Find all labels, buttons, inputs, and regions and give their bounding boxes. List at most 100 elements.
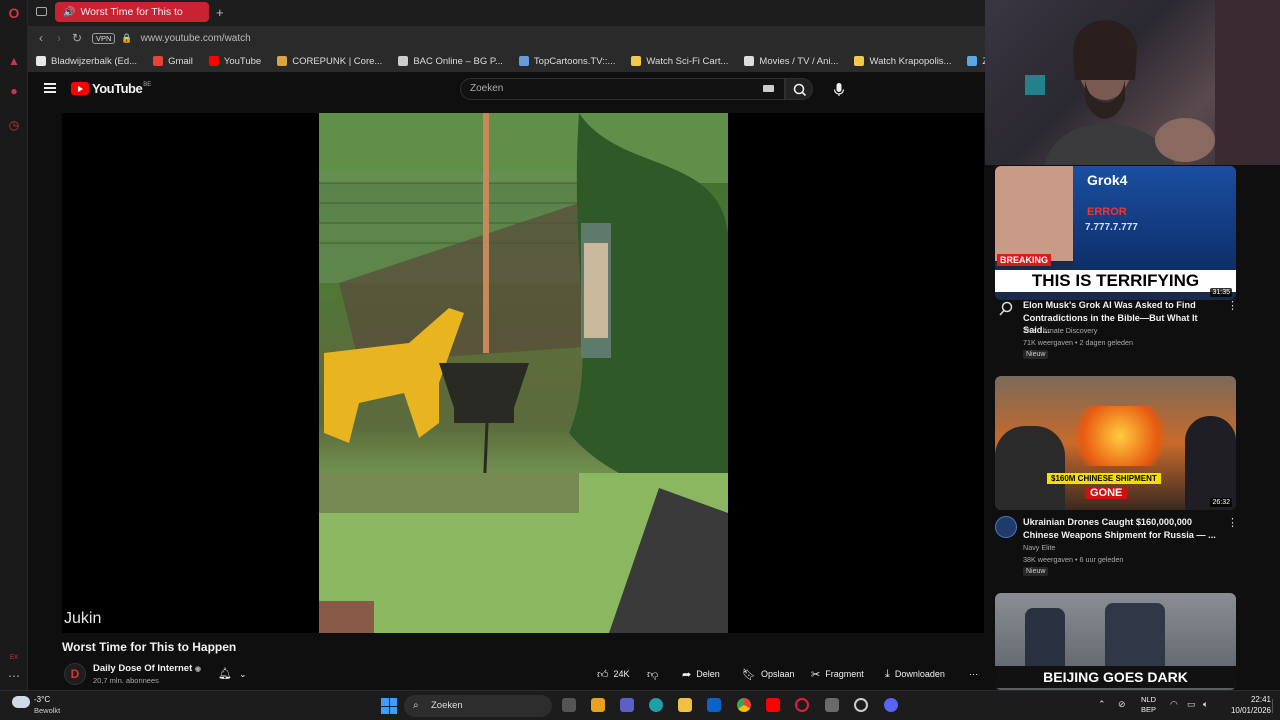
forward-icon[interactable]: ›: [50, 31, 68, 45]
channel-name[interactable]: Daily Dose Of Internet ◉: [93, 663, 201, 674]
like-button[interactable]: 👍︎ 24K: [597, 666, 630, 682]
rec-more-icon[interactable]: ⋮: [1227, 299, 1238, 312]
calculator-icon[interactable]: [825, 698, 839, 712]
verified-icon: ◉: [194, 666, 201, 673]
menu-icon[interactable]: [44, 83, 56, 93]
tray-icon[interactable]: ⊘: [1118, 699, 1126, 710]
rec-channel[interactable]: Navy Elite: [1023, 543, 1055, 552]
aria-icon[interactable]: ▲: [6, 53, 22, 69]
wifi-icon[interactable]: ◠: [1170, 699, 1178, 710]
bookmark-item[interactable]: Bladwijzerbalk (Ed...: [36, 56, 137, 67]
windows-start-icon[interactable]: [381, 698, 397, 714]
chrome-icon[interactable]: [737, 698, 751, 712]
rec-title-line2: Chinese Weapons Shipment for Russia — ..…: [1023, 529, 1216, 540]
volume-icon[interactable]: 🔈︎: [1203, 699, 1208, 710]
bookmark-favicon-icon: [744, 56, 755, 66]
search-icon: [793, 83, 807, 97]
taskbar-search-label: Zoeken: [431, 700, 463, 711]
new-tab-button[interactable]: +: [216, 5, 224, 20]
discord-icon[interactable]: [884, 698, 898, 712]
taskbar-search[interactable]: ⌕ Zoeken: [404, 695, 552, 717]
taskbar: -3°C Bewolkt ⌕ Zoeken ⌃ ⊘ NLD BEP ◠ ▭ 🔈︎…: [0, 690, 1280, 720]
bookmark-item[interactable]: Gmail: [153, 56, 193, 67]
bookmark-item[interactable]: Movies / TV / Ani...: [744, 56, 838, 67]
voice-search-button[interactable]: [828, 79, 850, 101]
channel-avatar[interactable]: D: [64, 663, 86, 685]
webcam-overlay: [985, 0, 1280, 165]
youtube-taskbar-icon[interactable]: [766, 698, 780, 712]
bookmark-item[interactable]: TopCartoons.TV::...: [518, 56, 615, 67]
rec-more-icon[interactable]: ⋮: [1227, 516, 1238, 529]
download-button[interactable]: ⤓ Downloaden: [885, 666, 945, 682]
bookmark-label: BAC Online – BG P...: [413, 55, 503, 67]
opera-logo-icon[interactable]: O: [6, 5, 22, 21]
video-frame[interactable]: [319, 113, 728, 633]
lock-icon[interactable]: 🔒: [121, 33, 132, 44]
more-actions-button[interactable]: ⋯: [969, 666, 978, 682]
url-field[interactable]: www.youtube.com/watch: [141, 33, 251, 44]
clip-button[interactable]: ✂ Fragment: [811, 666, 864, 682]
subscribe-bell-button[interactable]: 🔔︎ ⌄: [218, 667, 248, 681]
chevron-down-icon: ⌄: [239, 669, 247, 679]
tab-active[interactable]: 🔊 Worst Time for This to: [55, 2, 209, 22]
youtube-header: YouTube BE Zoeken: [28, 72, 985, 108]
share-button[interactable]: ➦ Delen: [682, 666, 720, 682]
task-view-icon[interactable]: [562, 698, 576, 712]
youtube-wordmark: YouTube: [92, 81, 143, 96]
thumb-person-left: [995, 426, 1065, 510]
file-explorer-icon[interactable]: [678, 698, 692, 712]
show-desktop-button[interactable]: [1272, 699, 1276, 713]
teams-icon[interactable]: [620, 698, 634, 712]
bookmark-item[interactable]: Zamnesia | Het Be...: [967, 56, 985, 67]
messenger-icon[interactable]: ●: [6, 83, 22, 99]
tab-island-icon[interactable]: [36, 7, 47, 16]
more-icon[interactable]: ⋯: [6, 668, 22, 684]
store-icon[interactable]: [591, 698, 605, 712]
save-label: Opslaan: [760, 669, 795, 679]
channel-avatar[interactable]: [995, 516, 1017, 538]
weather-icon[interactable]: [12, 696, 30, 708]
rec-thumbnail[interactable]: BEIJING GOES DARK: [995, 593, 1236, 690]
search-input[interactable]: Zoeken: [460, 78, 785, 100]
bookmark-favicon-icon: [518, 56, 529, 66]
bookmark-item[interactable]: Watch Sci-Fi Cart...: [631, 56, 728, 67]
bookmark-item[interactable]: BAC Online – BG P...: [398, 56, 503, 67]
rec-thumbnail[interactable]: Grok4 ERROR 7.777.7.777 BREAKING THIS IS…: [995, 166, 1236, 300]
bookmark-item[interactable]: Watch Krapopolis...: [854, 56, 951, 67]
edge-icon[interactable]: [649, 698, 663, 712]
back-icon[interactable]: ‹: [32, 31, 50, 45]
chevron-up-icon[interactable]: ⌃: [1098, 699, 1106, 710]
video-scene: [319, 113, 728, 633]
history-icon[interactable]: ◷: [6, 117, 22, 133]
outlook-icon[interactable]: [707, 698, 721, 712]
thumbs-up-icon: 👍︎: [597, 668, 609, 681]
thumb-tag: BREAKING: [997, 254, 1052, 266]
rec-channel[interactable]: The Ultimate Discovery: [1023, 326, 1097, 335]
search-button[interactable]: [785, 78, 813, 100]
save-button[interactable]: 🔖︎ Opslaan: [742, 666, 795, 682]
dislike-button[interactable]: 👎︎: [647, 666, 663, 682]
reload-icon[interactable]: ↻: [68, 31, 86, 45]
thumb-caption2: GONE: [1085, 487, 1128, 499]
video-duration: 26:32: [1210, 498, 1232, 507]
settings-icon[interactable]: [854, 698, 868, 712]
share-label: Delen: [696, 669, 720, 679]
rec-meta: 38K weergaven • 6 uur geleden: [1023, 555, 1124, 564]
clock[interactable]: 22:41 10/01/2026: [1227, 694, 1271, 716]
bookmark-item[interactable]: YouTube: [208, 56, 261, 67]
weather-temp[interactable]: -3°C: [34, 695, 50, 704]
video-player[interactable]: Jukin: [62, 113, 984, 633]
youtube-logo[interactable]: YouTube BE: [71, 81, 151, 96]
keyboard-icon[interactable]: [763, 85, 774, 92]
speaker-icon[interactable]: 🔊: [63, 7, 75, 18]
bookmark-favicon-icon: [854, 56, 865, 66]
clip-label: Fragment: [825, 669, 864, 679]
network-icon[interactable]: ▭: [1187, 699, 1196, 710]
clock-time: 22:41: [1250, 695, 1271, 704]
rec-title[interactable]: Ukrainian Drones Caught $160,000,000 Chi…: [1023, 516, 1221, 541]
opera-taskbar-icon[interactable]: [795, 698, 809, 712]
bookmark-item[interactable]: COREPUNK | Core...: [277, 56, 382, 67]
rec-thumbnail[interactable]: $160M CHINESE SHIPMENT GONE 26:32: [995, 376, 1236, 510]
vpn-badge[interactable]: VPN: [92, 32, 116, 44]
language-indicator[interactable]: NLD BEP: [1141, 695, 1156, 715]
